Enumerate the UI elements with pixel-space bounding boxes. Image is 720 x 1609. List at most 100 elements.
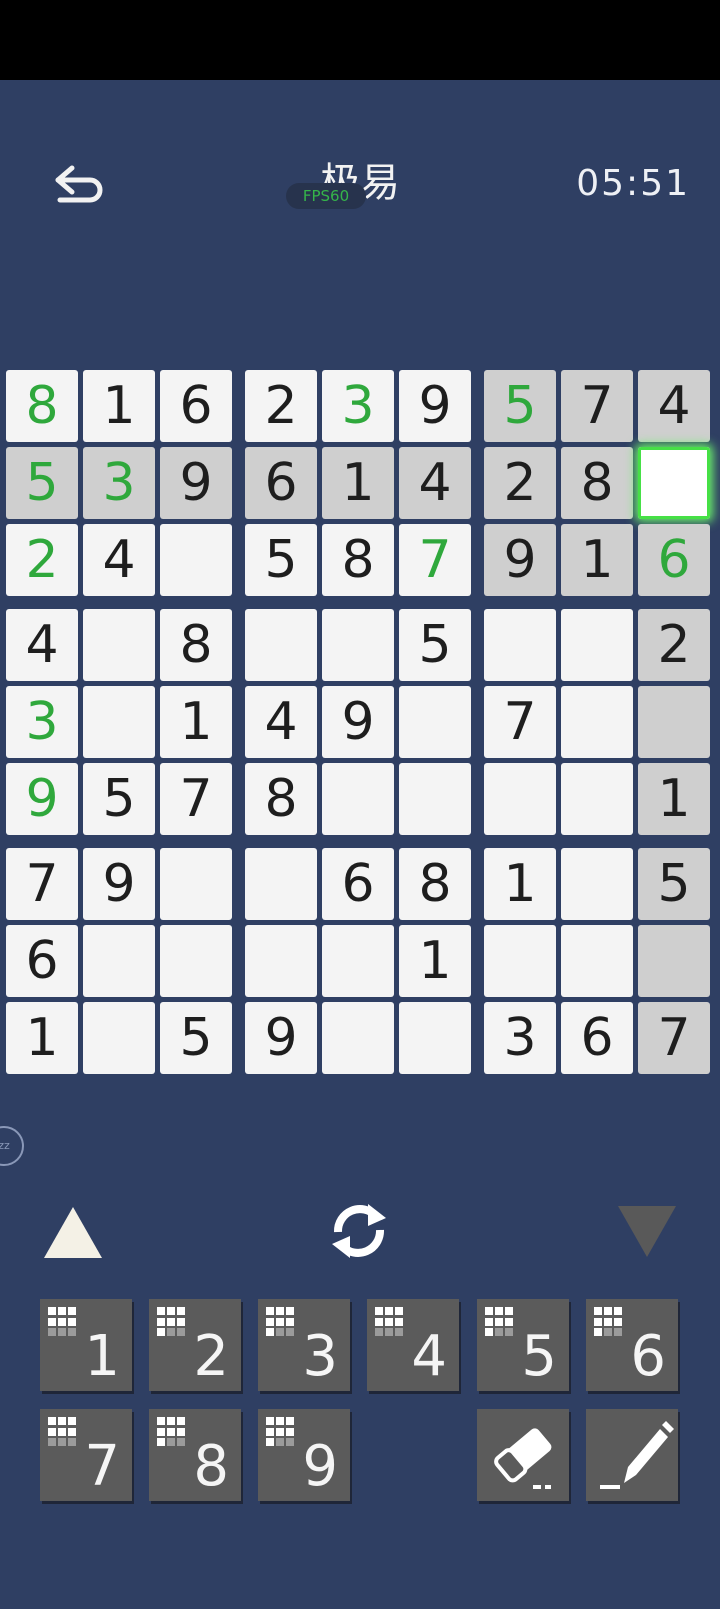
sudoku-cell-r7-c7[interactable]: 1 <box>484 848 556 920</box>
sudoku-cell-r4-c4[interactable] <box>245 609 317 681</box>
sudoku-cell-r6-c8[interactable] <box>561 763 633 835</box>
sudoku-cell-r1-c2[interactable]: 1 <box>83 370 155 442</box>
sudoku-cell-r6-c2[interactable]: 5 <box>83 763 155 835</box>
sudoku-cell-r3-c4[interactable]: 5 <box>245 524 317 596</box>
sudoku-cell-r2-c2[interactable]: 3 <box>83 447 155 519</box>
sudoku-cell-r1-c9[interactable]: 4 <box>638 370 710 442</box>
sudoku-cell-r8-c5[interactable] <box>322 925 394 997</box>
sudoku-cell-r5-c9[interactable] <box>638 686 710 758</box>
sudoku-cell-r4-c8[interactable] <box>561 609 633 681</box>
sudoku-cell-r7-c3[interactable] <box>160 848 232 920</box>
sudoku-cell-r9-c9[interactable]: 7 <box>638 1002 710 1074</box>
sudoku-cell-r1-c1[interactable]: 8 <box>6 370 78 442</box>
number-button-label: 4 <box>411 1324 447 1389</box>
number-button-4[interactable]: 4 <box>367 1299 459 1391</box>
sudoku-cell-r3-c2[interactable]: 4 <box>83 524 155 596</box>
sudoku-cell-r9-c7[interactable]: 3 <box>484 1002 556 1074</box>
number-button-8[interactable]: 8 <box>149 1409 241 1501</box>
sudoku-cell-r2-c3[interactable]: 9 <box>160 447 232 519</box>
sudoku-cell-r6-c5[interactable] <box>322 763 394 835</box>
number-button-6[interactable]: 6 <box>586 1299 678 1391</box>
game-timer: 05:51 <box>576 163 690 204</box>
sudoku-cell-r8-c8[interactable] <box>561 925 633 997</box>
sudoku-cell-r5-c2[interactable] <box>83 686 155 758</box>
sudoku-cell-r2-c1[interactable]: 5 <box>6 447 78 519</box>
sudoku-cell-r4-c5[interactable] <box>322 609 394 681</box>
pencil-button[interactable] <box>586 1409 678 1501</box>
sudoku-cell-r6-c7[interactable] <box>484 763 556 835</box>
candidate-grid-icon <box>157 1307 187 1337</box>
sudoku-cell-r4-c3[interactable]: 8 <box>160 609 232 681</box>
sudoku-cell-r7-c5[interactable]: 6 <box>322 848 394 920</box>
sudoku-cell-r5-c1[interactable]: 3 <box>6 686 78 758</box>
move-down-button[interactable] <box>614 1203 680 1261</box>
sudoku-cell-r1-c8[interactable]: 7 <box>561 370 633 442</box>
sudoku-cell-r9-c6[interactable] <box>399 1002 471 1074</box>
sudoku-cell-r1-c6[interactable]: 9 <box>399 370 471 442</box>
sudoku-cell-r7-c9[interactable]: 5 <box>638 848 710 920</box>
sudoku-cell-r5-c4[interactable]: 4 <box>245 686 317 758</box>
sudoku-cell-r4-c6[interactable]: 5 <box>399 609 471 681</box>
sudoku-cell-r3-c5[interactable]: 8 <box>322 524 394 596</box>
sudoku-cell-r7-c8[interactable] <box>561 848 633 920</box>
sudoku-cell-r8-c6[interactable]: 1 <box>399 925 471 997</box>
number-button-1[interactable]: 1 <box>40 1299 132 1391</box>
sudoku-cell-r5-c5[interactable]: 9 <box>322 686 394 758</box>
sudoku-cell-r1-c7[interactable]: 5 <box>484 370 556 442</box>
sudoku-cell-r2-c8[interactable]: 8 <box>561 447 633 519</box>
sudoku-cell-r1-c4[interactable]: 2 <box>245 370 317 442</box>
number-button-7[interactable]: 7 <box>40 1409 132 1501</box>
sudoku-cell-r9-c8[interactable]: 6 <box>561 1002 633 1074</box>
sudoku-cell-r8-c7[interactable] <box>484 925 556 997</box>
sudoku-cell-r3-c9[interactable]: 6 <box>638 524 710 596</box>
number-button-9[interactable]: 9 <box>258 1409 350 1501</box>
move-up-button[interactable] <box>40 1203 106 1261</box>
sudoku-cell-r9-c1[interactable]: 1 <box>6 1002 78 1074</box>
rotate-button[interactable] <box>324 1198 394 1264</box>
sudoku-cell-r3-c8[interactable]: 1 <box>561 524 633 596</box>
sudoku-cell-r2-c9[interactable] <box>638 447 710 519</box>
sudoku-cell-r2-c5[interactable]: 1 <box>322 447 394 519</box>
sudoku-cell-r3-c1[interactable]: 2 <box>6 524 78 596</box>
sudoku-cell-r8-c3[interactable] <box>160 925 232 997</box>
sudoku-cell-r2-c4[interactable]: 6 <box>245 447 317 519</box>
sudoku-cell-r6-c4[interactable]: 8 <box>245 763 317 835</box>
sudoku-cell-r8-c9[interactable] <box>638 925 710 997</box>
sudoku-cell-r6-c6[interactable] <box>399 763 471 835</box>
sudoku-cell-r4-c9[interactable]: 2 <box>638 609 710 681</box>
sudoku-cell-r5-c8[interactable] <box>561 686 633 758</box>
sudoku-cell-r4-c1[interactable]: 4 <box>6 609 78 681</box>
sudoku-cell-r5-c7[interactable]: 7 <box>484 686 556 758</box>
number-button-2[interactable]: 2 <box>149 1299 241 1391</box>
sudoku-cell-r3-c7[interactable]: 9 <box>484 524 556 596</box>
sudoku-cell-r9-c4[interactable]: 9 <box>245 1002 317 1074</box>
sudoku-cell-r6-c9[interactable]: 1 <box>638 763 710 835</box>
number-button-3[interactable]: 3 <box>258 1299 350 1391</box>
sudoku-cell-r7-c2[interactable]: 9 <box>83 848 155 920</box>
sudoku-cell-r5-c6[interactable] <box>399 686 471 758</box>
sudoku-cell-r7-c4[interactable] <box>245 848 317 920</box>
sudoku-cell-r9-c3[interactable]: 5 <box>160 1002 232 1074</box>
number-button-5[interactable]: 5 <box>477 1299 569 1391</box>
sudoku-cell-r9-c5[interactable] <box>322 1002 394 1074</box>
sudoku-cell-r8-c4[interactable] <box>245 925 317 997</box>
sudoku-cell-r8-c1[interactable]: 6 <box>6 925 78 997</box>
sudoku-cell-r4-c2[interactable] <box>83 609 155 681</box>
sudoku-cell-r6-c3[interactable]: 7 <box>160 763 232 835</box>
sudoku-cell-r9-c2[interactable] <box>83 1002 155 1074</box>
sudoku-cell-r2-c6[interactable]: 4 <box>399 447 471 519</box>
sudoku-cell-r4-c7[interactable] <box>484 609 556 681</box>
sudoku-cell-r7-c6[interactable]: 8 <box>399 848 471 920</box>
sudoku-cell-r7-c1[interactable]: 7 <box>6 848 78 920</box>
sudoku-cell-r1-c3[interactable]: 6 <box>160 370 232 442</box>
sudoku-cell-r3-c6[interactable]: 7 <box>399 524 471 596</box>
sudoku-cell-r3-c3[interactable] <box>160 524 232 596</box>
side-tool-icon[interactable]: zz <box>0 1126 24 1166</box>
sudoku-cell-r5-c3[interactable]: 1 <box>160 686 232 758</box>
sudoku-cell-r8-c2[interactable] <box>83 925 155 997</box>
sudoku-cell-r2-c7[interactable]: 2 <box>484 447 556 519</box>
eraser-button[interactable] <box>477 1409 569 1501</box>
sudoku-cell-r6-c1[interactable]: 9 <box>6 763 78 835</box>
sudoku-cell-r1-c5[interactable]: 3 <box>322 370 394 442</box>
candidate-grid-icon <box>375 1307 405 1337</box>
